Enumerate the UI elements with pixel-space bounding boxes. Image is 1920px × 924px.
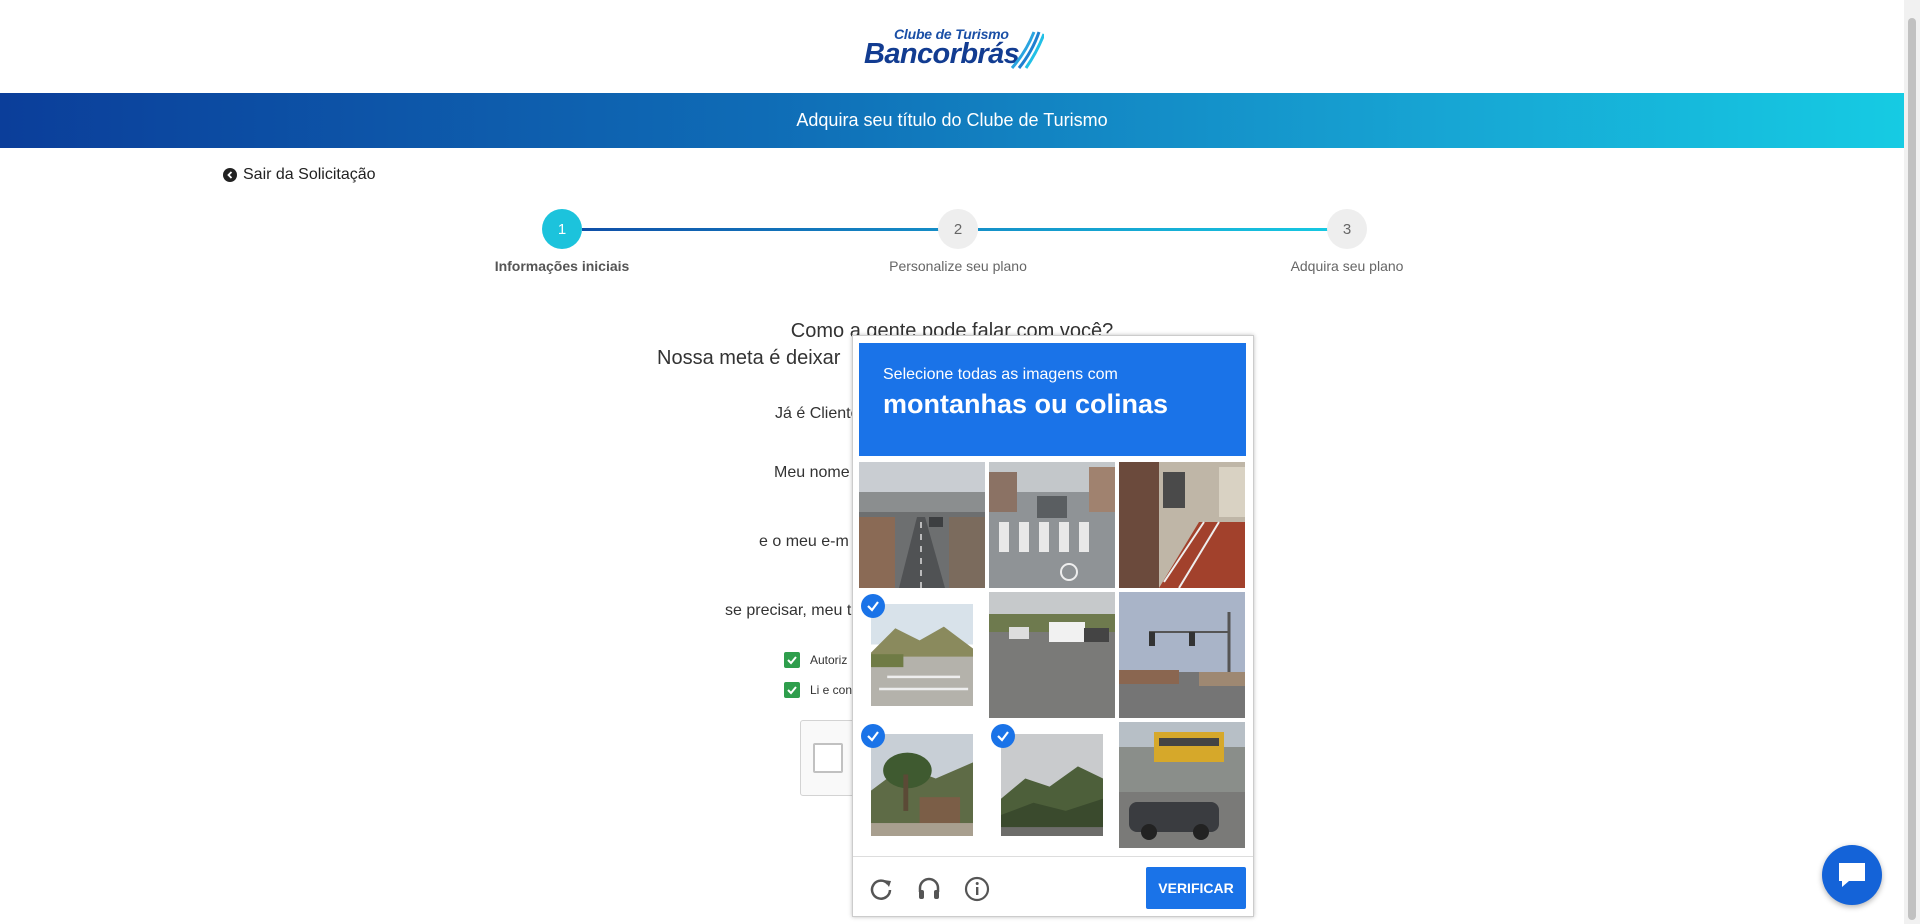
- tile-selected-check-icon: [861, 724, 885, 748]
- client-question-label: Já é Cliente: [775, 405, 860, 422]
- captcha-header: Selecione todas as imagens com montanhas…: [859, 343, 1246, 456]
- page-banner: Adquira seu título do Clube de Turismo: [0, 93, 1904, 148]
- consent-checkbox-2[interactable]: [784, 682, 800, 698]
- bancorbras-logo[interactable]: Clube de Turismo Bancorbrás: [864, 24, 1044, 72]
- step-3-label: Adquira seu plano: [1290, 258, 1404, 274]
- captcha-tile-1[interactable]: [859, 462, 985, 588]
- tile-image-school-bus: [1119, 722, 1245, 848]
- step-2-label: Personalize seu plano: [889, 258, 1027, 274]
- step-3-circle[interactable]: 3: [1327, 209, 1367, 249]
- step-3-number: 3: [1342, 220, 1352, 238]
- consent-checkbox-1[interactable]: [784, 652, 800, 668]
- consent-row-1[interactable]: Autoriz: [784, 652, 847, 668]
- exit-request-label: Sair da Solicitação: [243, 166, 376, 183]
- tile-image-house-stairs: [1119, 462, 1245, 588]
- page-header: Clube de Turismo Bancorbrás: [0, 0, 1904, 93]
- reload-icon[interactable]: [867, 875, 895, 903]
- tile-image-traffic-lights: [1119, 592, 1245, 718]
- tile-image-overpass: [859, 462, 985, 588]
- consent-row-2[interactable]: Li e con: [784, 682, 852, 698]
- step-1-number: 1: [557, 220, 567, 238]
- captcha-tile-2[interactable]: [989, 462, 1115, 588]
- consent-label-1: Autoriz: [810, 653, 848, 667]
- captcha-tile-7[interactable]: [859, 722, 985, 848]
- tile-image-parking-lot: [989, 592, 1115, 718]
- chat-button[interactable]: [1822, 845, 1882, 905]
- phone-field-label: se precisar, meu te: [725, 602, 861, 619]
- captcha-instruction: Selecione todas as imagens com: [883, 366, 1118, 383]
- audio-challenge-icon[interactable]: [915, 875, 943, 903]
- step-2-number: 2: [953, 220, 963, 238]
- captcha-tile-8[interactable]: [989, 722, 1115, 848]
- page-scrollbar[interactable]: [1904, 0, 1920, 924]
- banner-title: Adquira seu título do Clube de Turismo: [796, 110, 1108, 130]
- tile-image-crosswalk: [989, 462, 1115, 588]
- email-field-label: e o meu e-m: [759, 533, 849, 550]
- captcha-footer: VERIFICAR: [853, 856, 1253, 917]
- captcha-tile-4[interactable]: [859, 592, 985, 718]
- scrollbar-thumb[interactable]: [1908, 18, 1916, 920]
- captcha-image-grid: [859, 462, 1247, 852]
- captcha-tile-6[interactable]: [1119, 592, 1245, 718]
- name-field-label: Meu nome: [774, 464, 850, 481]
- exit-request-link[interactable]: Sair da Solicitação: [223, 166, 376, 184]
- tile-selected-check-icon: [861, 594, 885, 618]
- logo-swoosh-icon: [1010, 31, 1044, 69]
- captcha-target: montanhas ou colinas: [883, 389, 1169, 419]
- form-subheading: Nossa meta é deixar: [657, 347, 841, 369]
- step-connector-1: [582, 228, 957, 231]
- info-icon[interactable]: [963, 875, 991, 903]
- captcha-tile-9[interactable]: [1119, 722, 1245, 848]
- chat-bubble-icon: [1839, 863, 1865, 887]
- tile-image-palm-house: [871, 734, 973, 836]
- step-1-circle[interactable]: 1: [542, 209, 582, 249]
- captcha-tile-3[interactable]: [1119, 462, 1245, 588]
- logo-title: Bancorbrás: [864, 38, 1020, 70]
- tile-selected-check-icon: [991, 724, 1015, 748]
- step-1-label: Informações iniciais: [494, 258, 630, 274]
- step-connector-2: [978, 228, 1348, 231]
- verify-button[interactable]: VERIFICAR: [1146, 867, 1246, 909]
- recaptcha-checkbox[interactable]: [813, 743, 843, 773]
- captcha-tile-5[interactable]: [989, 592, 1115, 718]
- tile-image-desert-intersection: [871, 604, 973, 706]
- consent-label-2: Li e con: [810, 683, 853, 697]
- back-arrow-icon: [223, 168, 237, 182]
- step-2-circle[interactable]: 2: [938, 209, 978, 249]
- captcha-challenge: Selecione todas as imagens com montanhas…: [852, 335, 1254, 917]
- tile-image-green-hills: [1001, 734, 1103, 836]
